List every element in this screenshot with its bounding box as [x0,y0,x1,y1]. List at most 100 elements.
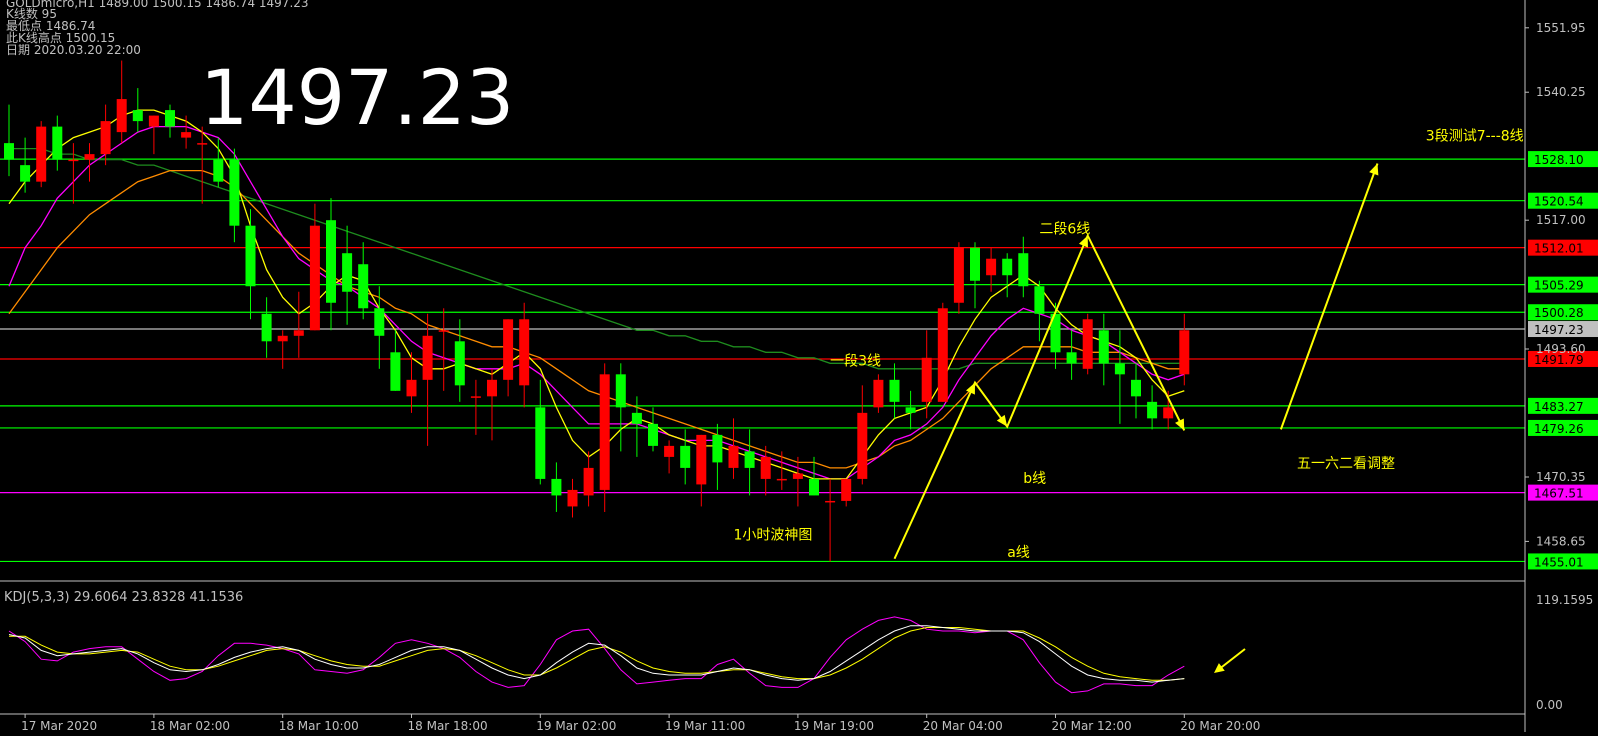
time-tick-label: 18 Mar 02:00 [150,719,230,732]
time-tick-label: 19 Mar 02:00 [536,719,616,732]
candle-body [567,489,578,507]
candle-body [712,434,723,463]
annotation-label: 五一六二看调整 [1297,456,1395,472]
candle-body [406,379,417,397]
candle-body [519,319,530,386]
candle-body [680,445,691,468]
info-date: 日期 2020.03.20 22:00 [6,43,141,57]
candle-body [1163,407,1174,419]
candle-body [116,99,127,133]
candle-body [728,445,739,468]
level-price-label: 1505.29 [1534,279,1584,293]
candle-body [841,478,852,501]
level-price-label: 1520.54 [1534,195,1584,209]
candle-body [551,478,562,496]
time-tick-label: 18 Mar 18:00 [408,719,488,732]
annotation-label: 一段3线 [830,354,881,370]
candle-body [1147,401,1158,419]
candle-body [873,379,884,408]
candle-body [760,456,771,479]
candle-body [1082,319,1093,369]
kdj-tick-label: 0.00 [1536,698,1563,712]
candle-body [1098,330,1109,364]
price-tick-label: 1517.00 [1536,213,1586,227]
candle-body [744,451,755,468]
candle-body [245,225,256,287]
candle-body [889,379,900,402]
candle-body [374,308,385,336]
candle-body [631,412,642,424]
candle-body [648,423,658,446]
candle-body [293,330,304,336]
candle-body [583,467,594,496]
candle-body [809,478,819,496]
candle-body [664,445,675,457]
candle-body [1066,352,1077,364]
candle-body [487,379,497,397]
time-tick-label: 20 Mar 12:00 [1052,719,1132,732]
candle-body [1131,379,1141,397]
annotation-label: 3段测试7---8线 [1426,128,1524,144]
candle-body [857,412,868,479]
candle-body [197,143,208,145]
candle-body [100,121,111,155]
candle-body [1002,258,1013,276]
candle-body [358,264,369,309]
candle-body [1018,253,1029,287]
level-price-label: 1528.10 [1534,153,1584,167]
candle-body [615,374,626,408]
kdj-label: KDJ(5,3,3) 29.6064 23.8328 41.1536 [4,590,243,605]
time-tick-label: 20 Mar 04:00 [923,719,1003,732]
time-tick-label: 20 Mar 20:00 [1180,719,1260,732]
candle-body [503,319,514,380]
price-tick-label: 1458.65 [1536,534,1586,548]
candle-body [953,247,964,303]
candle-body [68,159,79,162]
candle-body [148,115,159,127]
price-tick-label: 1551.95 [1536,21,1586,35]
candle-body [905,407,916,413]
candle-body [921,357,932,402]
candle-body [165,110,175,127]
candle-body [84,154,95,160]
price-tick-label: 1540.25 [1536,85,1586,99]
time-tick-label: 19 Mar 11:00 [665,719,745,732]
annotation-label: a线 [1007,545,1030,561]
level-price-label: 1483.27 [1534,400,1584,414]
candle-body [20,165,31,182]
candle-body [342,253,353,292]
candle-body [438,330,449,332]
candle-body [986,258,997,276]
gold-h1-chart[interactable]: 1528.10 1520.54 1512.01 1505.29 1500.28 1497.… [0,0,1598,733]
level-price-label: 1455.01 [1534,555,1584,569]
candle-body [229,159,240,226]
level-price-label: 1467.51 [1534,487,1584,501]
candle-body [792,473,803,479]
candle-body [696,434,707,485]
candle-body [470,396,481,398]
candle-body [181,132,192,138]
candle-body [937,308,948,402]
candle-body [390,352,401,391]
candle-body [261,313,272,342]
candle-body [776,478,787,481]
candle-body [326,220,336,303]
level-price-label: 1512.01 [1534,242,1584,256]
big-price-label: 1497.23 [200,53,514,142]
level-price-label: 1497.23 [1534,323,1584,337]
candle-body [535,407,546,479]
annotation-label: 二段6线 [1039,221,1090,237]
annotation-label: 1小时波神图 [734,527,813,543]
level-price-label: 1479.26 [1534,422,1584,436]
candle-body [132,110,143,122]
candle-body [309,225,320,331]
candle-body [422,335,433,380]
candle-body [213,159,224,182]
kdj-tick-label: 119.1595 [1536,593,1593,607]
candle-body [52,126,63,160]
candle-body [36,126,47,182]
price-tick-label: 1470.35 [1536,470,1586,484]
candle-body [1114,363,1125,375]
time-tick-label: 18 Mar 10:00 [279,719,359,732]
candle-body [970,247,980,281]
